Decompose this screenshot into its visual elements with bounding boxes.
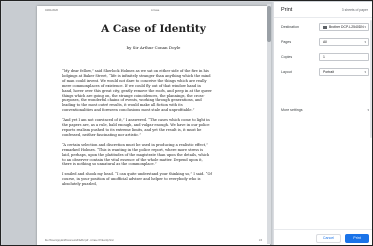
preview-scrollbar[interactable] [267,4,271,244]
page-header-date: 04/01/2026 [45,9,58,12]
panel-title: Print [281,7,293,13]
story-paragraph: “A certain selection and discretion must… [62,142,210,167]
more-settings-label: More settings [281,108,303,112]
story-author: by Sir Arthur Conan Doyle [126,45,181,50]
preview-scrollbar-thumb[interactable] [267,6,271,42]
sheet-count: 3 sheets of paper [341,8,368,12]
story-title: A Case of Identity [101,23,206,35]
story-paragraph: “My dear fellow,” said Sherlock Holmes a… [62,69,212,113]
copies-value: 1 [323,55,325,59]
chevron-down-icon: ▾ [367,108,369,112]
panel-divider [274,17,372,18]
destination-select[interactable]: Brother DCP-L2540DN ▾ [319,23,369,31]
story-paragraph: “And yet I am not convinced of it,” I an… [62,118,210,137]
cancel-button[interactable]: Cancel [316,234,341,243]
print-button[interactable]: Print [345,234,369,243]
pages-select[interactable]: All ▾ [319,38,369,46]
chevron-down-icon: ▾ [364,25,366,29]
preview-page: 04/01/2026 A Case A Case of Identity by … [37,6,270,245]
layout-label: Layout [281,70,292,74]
page-footer-url: file:///Users/guylord/Documents/FileBU.p… [45,240,114,242]
more-settings-toggle[interactable]: More settings ▾ [281,108,369,112]
story-body: “My dear fellow,” said Sherlock Holmes a… [62,69,212,192]
panel-scrollbar[interactable] [370,20,372,138]
panel-footer-divider [274,229,372,230]
layout-value: Portrait [323,70,334,74]
page-header-title: A Case [151,9,160,12]
printer-icon [323,25,327,29]
print-preview: 04/01/2026 A Case A Case of Identity by … [2,2,272,245]
chevron-down-icon: ▾ [364,40,366,44]
pages-label: Pages [281,40,292,44]
layout-select[interactable]: Portrait ▾ [319,68,369,76]
destination-value: Brother DCP-L2540DN [329,25,364,29]
page-footer-number: 1/3 [258,240,262,242]
pages-value: All [323,40,327,44]
copies-input[interactable]: 1 [319,53,369,61]
story-paragraph: I smiled and shook my head. “I can quite… [62,172,212,187]
destination-label: Destination [281,25,299,29]
copies-label: Copies [281,55,293,59]
settings-panel: Print 3 sheets of paper Destination Brot… [273,2,372,245]
chevron-down-icon: ▾ [364,70,366,74]
print-dialog: 04/01/2026 A Case A Case of Identity by … [0,0,373,246]
